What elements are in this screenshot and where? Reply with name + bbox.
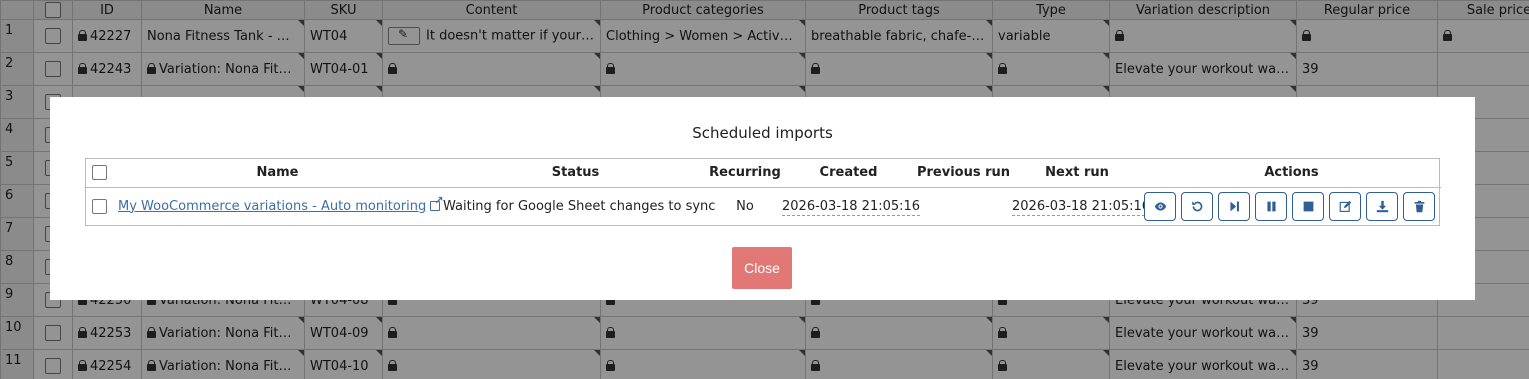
import-next-run: 2026-03-18 21:05:16: [1012, 198, 1151, 216]
col-header-import-name: Name: [112, 159, 443, 188]
skip-forward-icon: [1229, 201, 1239, 212]
pause-icon: [1266, 201, 1276, 212]
stop-button[interactable]: [1292, 191, 1324, 221]
import-name-cell: My WooCommerce variations - Auto monitor…: [112, 187, 443, 225]
import-created-cell: 2026-03-18 21:05:16: [782, 187, 921, 225]
col-header-recurring: Recurring: [708, 159, 782, 188]
col-header-previous-run: Previous run: [915, 159, 1012, 188]
external-link-icon[interactable]: [430, 194, 443, 211]
edit-button[interactable]: [1329, 191, 1361, 221]
delete-button[interactable]: [1403, 191, 1435, 221]
stop-icon: [1303, 201, 1313, 212]
modal-title: Scheduled imports: [692, 124, 833, 142]
rerun-button[interactable]: [1181, 191, 1213, 221]
scheduled-imports-modal: Scheduled imports Name Status Recurring …: [50, 97, 1475, 300]
edit-icon: [1339, 200, 1351, 212]
import-actions-cell: [1142, 187, 1441, 225]
run-now-button[interactable]: [1218, 191, 1250, 221]
trash-icon: [1414, 200, 1424, 212]
import-name-link[interactable]: My WooCommerce variations - Auto monitor…: [118, 199, 426, 214]
col-header-created: Created: [782, 159, 915, 188]
col-header-next-run: Next run: [1012, 159, 1142, 188]
import-recurring: No: [736, 198, 754, 214]
import-row-checkbox[interactable]: [86, 187, 112, 225]
pause-button[interactable]: [1255, 191, 1287, 221]
download-button[interactable]: [1366, 191, 1398, 221]
download-icon: [1376, 200, 1388, 212]
import-status: Waiting for Google Sheet changes to sync: [443, 198, 716, 214]
scheduled-imports-table: Name Status Recurring Created Previous r…: [85, 158, 1441, 226]
eye-icon: [1154, 202, 1166, 211]
import-row: My WooCommerce variations - Auto monitor…: [86, 187, 1441, 225]
import-previous-run: [915, 187, 1012, 225]
col-header-status: Status: [443, 159, 708, 188]
import-next-run-cell: 2026-03-18 21:05:16: [1012, 187, 1151, 225]
view-button[interactable]: [1144, 191, 1176, 221]
imports-header-row: Name Status Recurring Created Previous r…: [86, 159, 1441, 188]
col-header-actions: Actions: [1142, 159, 1441, 188]
select-all-imports-checkbox[interactable]: [86, 159, 112, 188]
refresh-icon: [1191, 200, 1202, 212]
import-created: 2026-03-18 21:05:16: [782, 198, 921, 216]
close-button[interactable]: Close: [732, 247, 792, 289]
